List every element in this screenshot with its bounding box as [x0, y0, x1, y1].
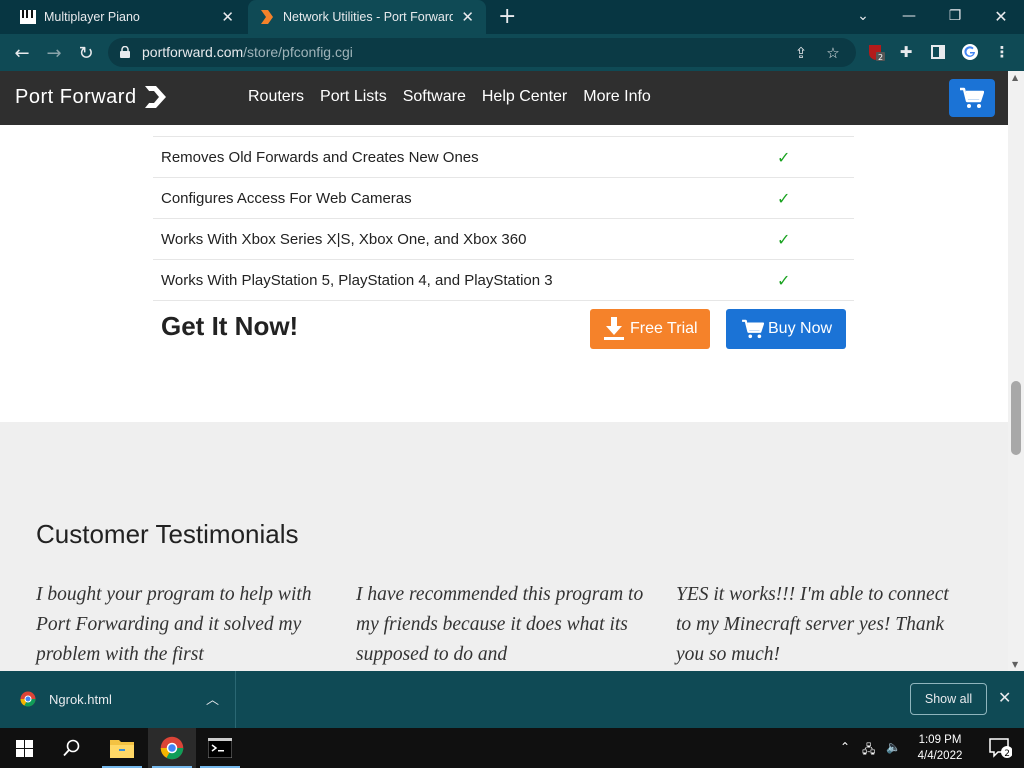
windows-start-icon[interactable]: [0, 728, 48, 768]
svg-text:2: 2: [878, 53, 883, 61]
shopping-cart-icon: [960, 87, 984, 108]
close-tab-icon[interactable]: ✕: [461, 8, 474, 26]
tab-network-utilities[interactable]: Network Utilities - Port Forwarding ✕: [248, 0, 486, 34]
feature-label: Works With PlayStation 5, PlayStation 4,…: [161, 272, 553, 289]
tab-search-chevron-icon[interactable]: ⌄: [840, 0, 886, 32]
back-arrow-icon[interactable]: ←: [11, 42, 33, 64]
table-row: [153, 125, 854, 137]
table-row: Configures Access For Web Cameras ✓: [153, 178, 854, 219]
download-item[interactable]: Ngrok.html ︿: [0, 671, 236, 728]
windows-taskbar: ⌃ 🖧 🔈 1:09 PM 4/4/2022 2: [0, 728, 1024, 768]
testimonials-section: Customer Testimonials I bought your prog…: [0, 422, 1008, 671]
scroll-up-icon[interactable]: ▲: [1012, 73, 1018, 82]
feature-table: Removes Old Forwards and Creates New One…: [153, 125, 854, 301]
testimonial-quote: I have recommended this program to my fr…: [356, 584, 644, 665]
portforward-icon: [261, 10, 273, 24]
nav-routers[interactable]: Routers: [248, 88, 304, 106]
address-bar[interactable]: portforward.com/store/pfconfig.cgi ⇪ ☆: [108, 38, 856, 67]
cart-button[interactable]: [949, 79, 995, 117]
restore-button[interactable]: ❐: [932, 0, 978, 32]
notifications-icon[interactable]: 2: [976, 728, 1024, 768]
reload-icon[interactable]: ↻: [75, 42, 97, 64]
buy-now-button[interactable]: Buy Now: [726, 309, 846, 349]
tab-multiplayer-piano[interactable]: Multiplayer Piano ✕: [8, 0, 246, 34]
scrollbar-thumb[interactable]: [1011, 381, 1021, 455]
close-tab-icon[interactable]: ✕: [221, 8, 234, 26]
downloads-bar: Ngrok.html ︿ Show all ✕: [0, 671, 1024, 728]
testimonials-title: Customer Testimonials: [36, 519, 299, 549]
testimonial-quote: YES it works!!! I'm able to connect to m…: [676, 584, 949, 665]
file-explorer-icon[interactable]: [98, 728, 146, 768]
cta-title: Get It Now!: [161, 311, 299, 341]
checkmark-icon: ✓: [777, 230, 791, 249]
nav-software[interactable]: Software: [403, 88, 466, 106]
new-tab-button[interactable]: +: [498, 5, 516, 29]
checkmark-icon: ✓: [777, 148, 791, 167]
show-hidden-icons-chevron-icon[interactable]: ⌃: [840, 740, 850, 754]
volume-icon[interactable]: 🔈: [886, 740, 901, 754]
table-row: Works With Xbox Series X|S, Xbox One, an…: [153, 219, 854, 260]
feature-label: Configures Access For Web Cameras: [161, 190, 412, 207]
piano-icon: [20, 10, 36, 24]
system-clock[interactable]: 1:09 PM 4/4/2022: [912, 732, 968, 764]
download-filename: Ngrok.html: [49, 692, 112, 707]
chevron-up-icon[interactable]: ︿: [206, 689, 219, 708]
download-icon: [604, 317, 624, 340]
google-account-icon[interactable]: [960, 42, 980, 62]
feature-label: Removes Old Forwards and Creates New One…: [161, 149, 479, 166]
page-scrollbar[interactable]: ▲ ▼: [1008, 71, 1024, 671]
nav-port-lists[interactable]: Port Lists: [320, 88, 387, 106]
chrome-taskbar-icon[interactable]: [148, 728, 196, 768]
nav-more-info[interactable]: More Info: [583, 88, 651, 106]
forward-arrow-icon[interactable]: →: [43, 42, 65, 64]
ublock-extension-icon[interactable]: 2: [866, 42, 886, 62]
close-window-button[interactable]: ✕: [978, 0, 1024, 32]
nav-help-center[interactable]: Help Center: [482, 88, 567, 106]
feature-label: Works With Xbox Series X|S, Xbox One, an…: [161, 231, 527, 248]
checkmark-icon: ✓: [777, 271, 791, 290]
tab-strip: Multiplayer Piano ✕ Network Utilities - …: [0, 0, 1024, 34]
svg-text:2: 2: [1004, 749, 1010, 759]
logo-chevron-icon: [144, 86, 166, 108]
bookmark-star-icon[interactable]: ☆: [824, 44, 842, 62]
search-icon[interactable]: [48, 728, 96, 768]
network-icon[interactable]: 🖧: [862, 740, 875, 761]
scroll-down-icon[interactable]: ▼: [1012, 660, 1018, 669]
show-all-button[interactable]: Show all: [910, 683, 987, 715]
site-header: Port Forward Routers Port Lists Software…: [0, 71, 1008, 125]
shopping-cart-icon: [742, 319, 764, 339]
menu-kebab-icon[interactable]: ⋮: [992, 42, 1012, 62]
main-nav: Routers Port Lists Software Help Center …: [248, 88, 667, 106]
tab-title: Multiplayer Piano: [44, 10, 140, 24]
extensions-puzzle-icon[interactable]: ✚: [896, 42, 916, 62]
url-text: portforward.com/store/pfconfig.cgi: [142, 44, 353, 60]
site-logo[interactable]: Port Forward: [15, 85, 167, 109]
free-trial-button[interactable]: Free Trial: [590, 309, 710, 349]
lock-icon: [120, 46, 130, 58]
table-row: Removes Old Forwards and Creates New One…: [153, 137, 854, 178]
testimonial-quote: I bought your program to help with Port …: [36, 584, 312, 665]
minimize-button[interactable]: —: [886, 0, 932, 32]
table-row: Works With PlayStation 5, PlayStation 4,…: [153, 260, 854, 301]
tab-title: Network Utilities - Port Forwarding: [283, 10, 453, 24]
side-panel-icon[interactable]: [928, 42, 948, 62]
close-downloads-icon[interactable]: ✕: [998, 688, 1011, 707]
terminal-icon[interactable]: [196, 728, 244, 768]
checkmark-icon: ✓: [777, 189, 791, 208]
page-viewport: Port Forward Routers Port Lists Software…: [0, 71, 1008, 671]
share-icon[interactable]: ⇪: [792, 44, 810, 62]
chrome-file-icon: [20, 691, 36, 707]
